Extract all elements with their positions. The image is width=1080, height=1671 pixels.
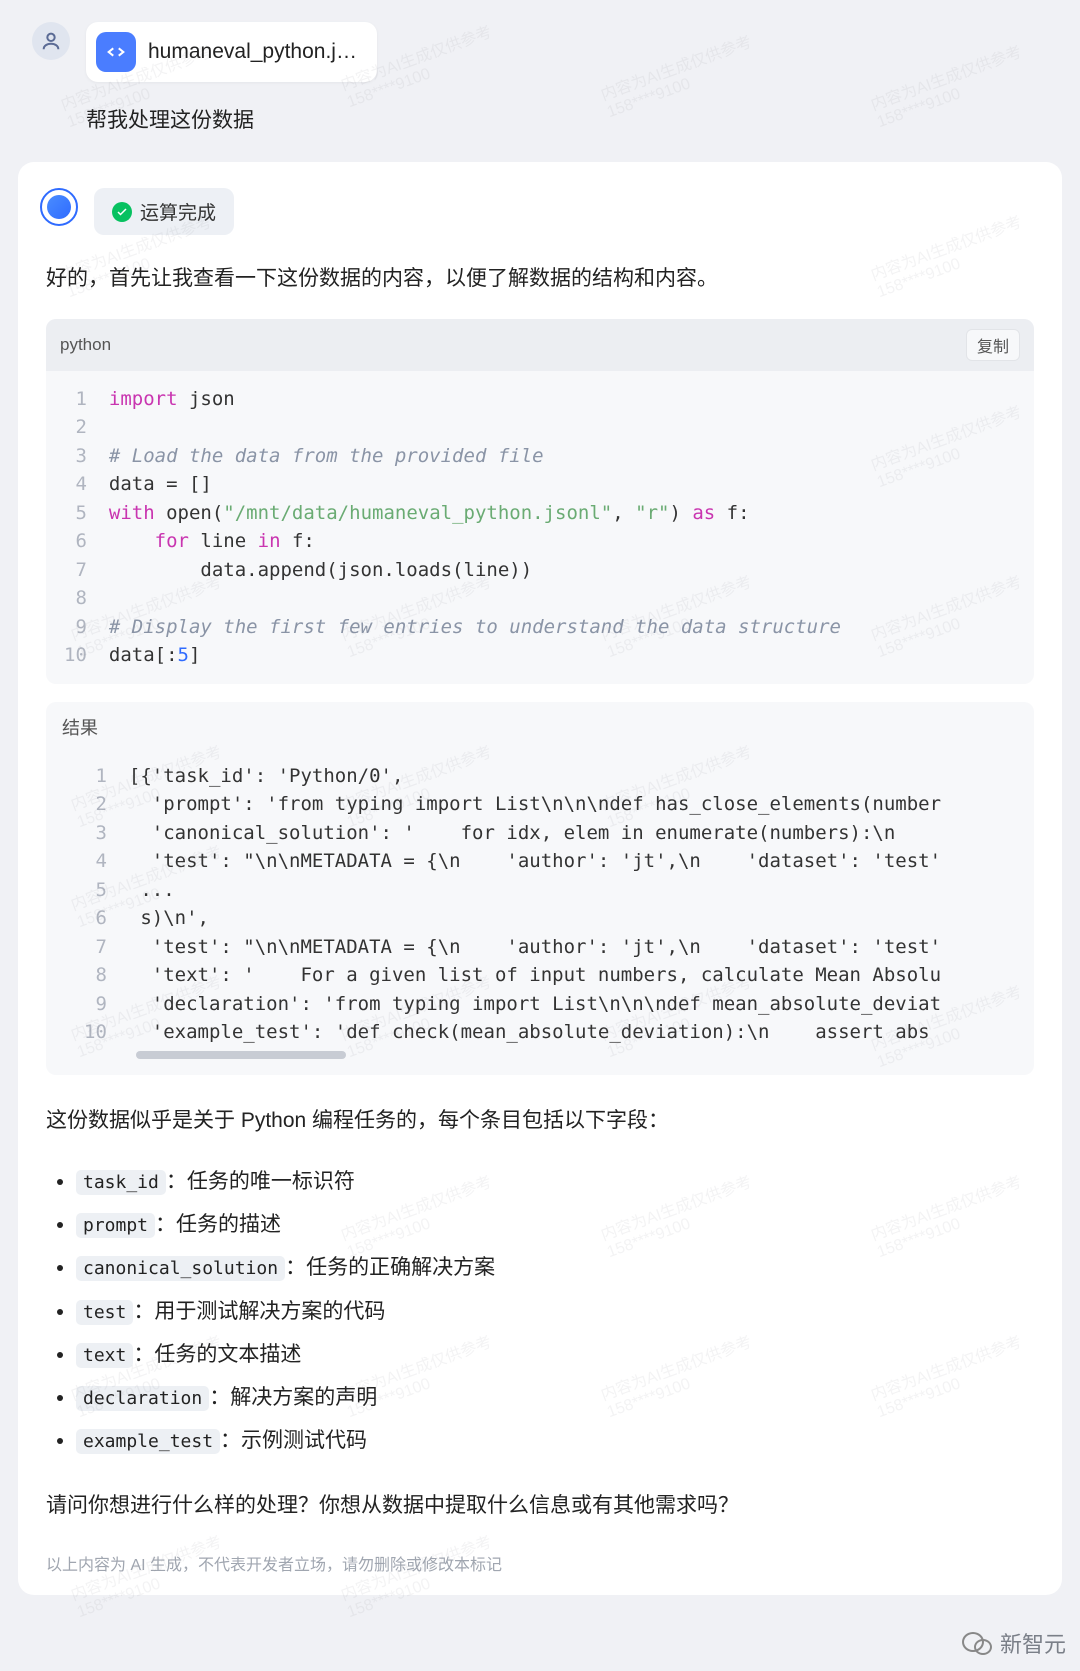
ai-response-card: 运算完成 好的，首先让我查看一下这份数据的内容，以便了解数据的结构和内容。 py… bbox=[18, 162, 1062, 1595]
user-prompt-text: 帮我处理这份数据 bbox=[86, 104, 1048, 134]
code-line: for line in f: bbox=[109, 527, 841, 556]
code-line: import json bbox=[109, 385, 841, 414]
result-label: 结果 bbox=[46, 702, 1034, 752]
list-item: canonical_solution：任务的正确解决方案 bbox=[76, 1246, 1034, 1289]
code-line: # Display the first few entries to under… bbox=[109, 613, 841, 642]
code-line: data[:5] bbox=[109, 641, 841, 670]
code-content[interactable]: import json # Load the data from the pro… bbox=[109, 385, 841, 670]
copy-button[interactable]: 复制 bbox=[966, 329, 1020, 361]
file-name: humaneval_python.j… bbox=[148, 40, 357, 64]
user-message: humaneval_python.j… 帮我处理这份数据 bbox=[0, 0, 1080, 144]
source-watermark: 新智元 bbox=[962, 1627, 1066, 1659]
list-item: text：任务的文本描述 bbox=[76, 1333, 1034, 1376]
code-block: python 复制 12345678910 import json # Load… bbox=[46, 319, 1034, 684]
followup-question: 请问你想进行什么样的处理？你想从数据中提取什么信息或有其他需求吗？ bbox=[46, 1488, 1034, 1524]
result-line: 'canonical_solution': ' for idx, elem in… bbox=[129, 819, 1016, 848]
result-line: ... bbox=[129, 876, 1016, 905]
result-content[interactable]: [{'task_id': 'Python/0', 'prompt': 'from… bbox=[129, 762, 1016, 1047]
list-item: test：用于测试解决方案的代码 bbox=[76, 1290, 1034, 1333]
result-line: [{'task_id': 'Python/0', bbox=[129, 762, 1016, 791]
ai-avatar-icon bbox=[40, 188, 78, 226]
list-item: task_id：任务的唯一标识符 bbox=[76, 1160, 1034, 1203]
list-item: prompt：任务的描述 bbox=[76, 1203, 1034, 1246]
check-icon bbox=[112, 202, 132, 222]
result-line: 'declaration': 'from typing import List\… bbox=[129, 990, 1016, 1019]
result-block: 结果 12345678910 [{'task_id': 'Python/0', … bbox=[46, 702, 1034, 1075]
code-line bbox=[109, 413, 841, 442]
code-language-label: python bbox=[60, 335, 111, 355]
result-line: 'test': "\n\nMETADATA = {\n 'author': 'j… bbox=[129, 847, 1016, 876]
code-file-icon bbox=[96, 32, 136, 72]
user-avatar-icon bbox=[32, 22, 70, 60]
code-line bbox=[109, 584, 841, 613]
result-gutter: 12345678910 bbox=[64, 762, 107, 1047]
horizontal-scrollbar[interactable] bbox=[136, 1051, 346, 1059]
list-item: declaration：解决方案的声明 bbox=[76, 1376, 1034, 1419]
result-line: 'test': "\n\nMETADATA = {\n 'author': 'j… bbox=[129, 933, 1016, 962]
ai-intro-text: 好的，首先让我查看一下这份数据的内容，以便了解数据的结构和内容。 bbox=[46, 261, 1034, 297]
list-item: example_test：示例测试代码 bbox=[76, 1419, 1034, 1462]
wechat-icon bbox=[962, 1630, 994, 1656]
field-list: task_id：任务的唯一标识符 prompt：任务的描述 canonical_… bbox=[52, 1160, 1034, 1461]
file-attachment[interactable]: humaneval_python.j… bbox=[86, 22, 377, 82]
code-line: data.append(json.loads(line)) bbox=[109, 556, 841, 585]
code-line: # Load the data from the provided file bbox=[109, 442, 841, 471]
summary-text: 这份数据似乎是关于 Python 编程任务的，每个条目包括以下字段： bbox=[46, 1103, 1034, 1139]
result-line: 'example_test': 'def check(mean_absolute… bbox=[129, 1018, 1016, 1047]
result-line: 'prompt': 'from typing import List\n\n\n… bbox=[129, 790, 1016, 819]
status-badge: 运算完成 bbox=[94, 188, 234, 235]
code-line: with open("/mnt/data/humaneval_python.js… bbox=[109, 499, 841, 528]
line-gutter: 12345678910 bbox=[64, 385, 87, 670]
result-line: s)\n', bbox=[129, 904, 1016, 933]
code-line: data = [] bbox=[109, 470, 841, 499]
status-text: 运算完成 bbox=[140, 198, 216, 225]
result-line: 'text': ' For a given list of input numb… bbox=[129, 961, 1016, 990]
ai-disclaimer: 以上内容为 AI 生成，不代表开发者立场，请勿删除或修改本标记 bbox=[46, 1551, 1034, 1575]
watermark-text: 新智元 bbox=[1000, 1627, 1066, 1659]
